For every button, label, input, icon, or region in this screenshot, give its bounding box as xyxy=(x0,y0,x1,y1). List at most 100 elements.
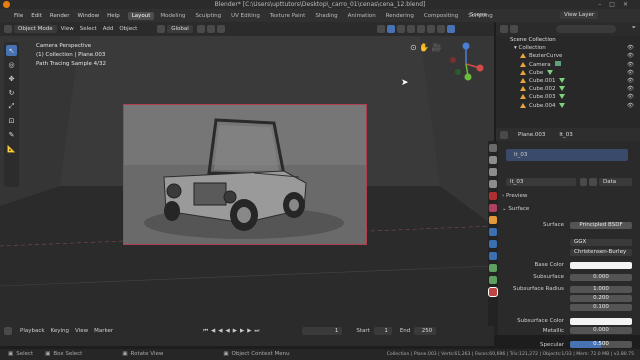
cursor-tool-icon[interactable]: ◎ xyxy=(6,59,17,70)
tab-sculpting[interactable]: Sculpting xyxy=(191,12,225,20)
snap-icon[interactable] xyxy=(206,25,215,33)
tab-layout[interactable]: Layout xyxy=(127,11,155,20)
eye-icon[interactable]: 👁 xyxy=(627,102,634,110)
shading-solid-icon[interactable] xyxy=(426,25,435,33)
measure-tool-icon[interactable]: 📐 xyxy=(6,143,17,154)
outliner-item[interactable]: Cube.004 👁 xyxy=(496,102,640,110)
distribution-selector[interactable]: GGX xyxy=(570,239,632,246)
physics-tab-icon[interactable] xyxy=(489,252,497,260)
proportional-edit-icon[interactable] xyxy=(216,25,225,33)
render-tab-icon[interactable] xyxy=(489,156,497,164)
xray-icon[interactable] xyxy=(406,25,415,33)
timeline-editor-icon[interactable] xyxy=(4,327,12,335)
scale-tool-icon[interactable]: ⤢ xyxy=(6,101,17,112)
material-name-field[interactable]: lt_03 xyxy=(506,178,576,186)
outliner-item[interactable]: Cube.003 👁 xyxy=(496,93,640,101)
scene-collection-row[interactable]: Scene Collection xyxy=(496,36,640,44)
material-slot-list[interactable]: lt_03 xyxy=(506,149,628,161)
eye-icon[interactable]: 👁 xyxy=(627,93,634,101)
window-controls[interactable]: –□✕ xyxy=(598,0,636,9)
outliner-item[interactable]: Cube.001 👁 xyxy=(496,77,640,85)
material-slot-item[interactable]: lt_03 xyxy=(514,152,527,158)
view-layer-selector[interactable]: View Layer xyxy=(560,11,599,19)
scene-tab-icon[interactable] xyxy=(489,192,497,200)
shading-rendered-icon[interactable] xyxy=(446,25,455,33)
specular-slider[interactable]: 0.500 xyxy=(570,341,632,348)
menu-render[interactable]: Render xyxy=(50,13,70,19)
outliner-item[interactable]: Cube 👁 xyxy=(496,69,640,77)
eye-icon[interactable]: 👁 xyxy=(627,69,634,77)
outliner-item[interactable]: BezierCurve 👁 xyxy=(496,52,640,60)
outliner-item[interactable]: Camera 👁 xyxy=(496,60,640,69)
overlay-toggle-icon[interactable] xyxy=(396,25,405,33)
outliner-search-input[interactable] xyxy=(556,25,616,33)
eye-icon[interactable]: 👁 xyxy=(627,85,634,93)
menu-window[interactable]: Window xyxy=(77,13,99,19)
tab-rendering[interactable]: Rendering xyxy=(382,12,418,20)
shading-wire-icon[interactable] xyxy=(416,25,425,33)
subsurface-color-swatch[interactable] xyxy=(570,318,632,325)
tab-texture-paint[interactable]: Texture Paint xyxy=(266,12,310,20)
tool-tab-icon[interactable] xyxy=(489,144,497,152)
transform-tool-icon[interactable]: ⊡ xyxy=(6,115,17,126)
metallic-value[interactable]: 0.000 xyxy=(570,327,632,334)
data-tab-icon[interactable] xyxy=(489,276,497,284)
surface-shader-field[interactable]: Principled BSDF xyxy=(570,222,632,229)
eye-icon[interactable]: 👁 xyxy=(627,52,634,60)
eye-icon[interactable]: 👁 xyxy=(627,44,634,52)
pivot-icon[interactable] xyxy=(196,25,205,33)
end-frame-field[interactable]: 250 xyxy=(414,327,437,335)
material-tab-icon[interactable] xyxy=(488,287,498,297)
link-selector[interactable]: Data xyxy=(598,178,632,186)
world-tab-icon[interactable] xyxy=(489,204,497,212)
constraints-tab-icon[interactable] xyxy=(489,264,497,272)
view-layer-tab-icon[interactable] xyxy=(489,180,497,188)
modifier-tab-icon[interactable] xyxy=(489,228,497,236)
particles-tab-icon[interactable] xyxy=(489,240,497,248)
editor-type-icon[interactable] xyxy=(4,25,12,33)
menu-select[interactable]: Select xyxy=(80,26,97,32)
display-mode-icon[interactable] xyxy=(510,25,518,33)
mode-selector[interactable]: Object Mode xyxy=(14,25,57,33)
tab-compositing[interactable]: Compositing xyxy=(420,12,462,20)
object-tab-icon[interactable] xyxy=(489,216,497,224)
menu-file[interactable]: File xyxy=(14,13,23,19)
menu-help[interactable]: Help xyxy=(107,13,120,19)
subsurface-method-selector[interactable]: Christensen-Burley xyxy=(570,249,632,256)
annotate-tool-icon[interactable]: ✎ xyxy=(6,129,17,140)
navigation-gizmo[interactable]: ⊙ ✋ 🎥 xyxy=(408,40,494,90)
subsurface-radius-x[interactable]: 1.000 xyxy=(570,286,632,293)
output-tab-icon[interactable] xyxy=(489,168,497,176)
rotate-tool-icon[interactable]: ↻ xyxy=(6,87,17,98)
eye-icon[interactable]: 👁 xyxy=(627,77,634,85)
shading-material-icon[interactable] xyxy=(436,25,445,33)
subsurface-radius-y[interactable]: 0.200 xyxy=(570,295,632,302)
filter-icon[interactable]: ⏷ xyxy=(632,25,636,32)
properties-editor-icon[interactable] xyxy=(500,130,508,139)
select-tool-icon[interactable]: ↖ xyxy=(6,45,17,56)
subsurface-value[interactable]: 0.000 xyxy=(570,274,632,281)
playback-menu[interactable]: Playback xyxy=(20,328,45,334)
tab-shading[interactable]: Shading xyxy=(311,12,341,20)
scene-selector[interactable]: Scene xyxy=(470,12,487,18)
menu-view[interactable]: View xyxy=(61,26,74,32)
outliner-editor-icon[interactable] xyxy=(500,25,508,33)
menu-add[interactable]: Add xyxy=(103,26,114,32)
tab-modeling[interactable]: Modeling xyxy=(156,12,189,20)
outliner-item[interactable]: ▾ Collection 👁 xyxy=(496,44,640,52)
new-material-icon[interactable] xyxy=(589,178,597,186)
marker-menu[interactable]: Marker xyxy=(94,328,113,334)
menu-object[interactable]: Object xyxy=(119,26,137,32)
current-frame-field[interactable]: 1 xyxy=(302,327,343,335)
subsurface-radius-z[interactable]: 0.100 xyxy=(570,304,632,311)
eye-icon[interactable]: 👁 xyxy=(627,61,634,69)
gizmo-toggle-icon[interactable] xyxy=(386,25,395,33)
tab-uv-editing[interactable]: UV Editing xyxy=(227,12,264,20)
menu-edit[interactable]: Edit xyxy=(31,13,42,19)
base-color-swatch[interactable] xyxy=(570,262,632,269)
visibility-icon[interactable] xyxy=(376,25,385,33)
fake-user-icon[interactable] xyxy=(579,178,588,186)
orientation-icon[interactable] xyxy=(157,25,166,33)
preview-panel-header[interactable]: › Preview xyxy=(502,193,527,199)
outliner-item[interactable]: Cube.002 👁 xyxy=(496,85,640,93)
